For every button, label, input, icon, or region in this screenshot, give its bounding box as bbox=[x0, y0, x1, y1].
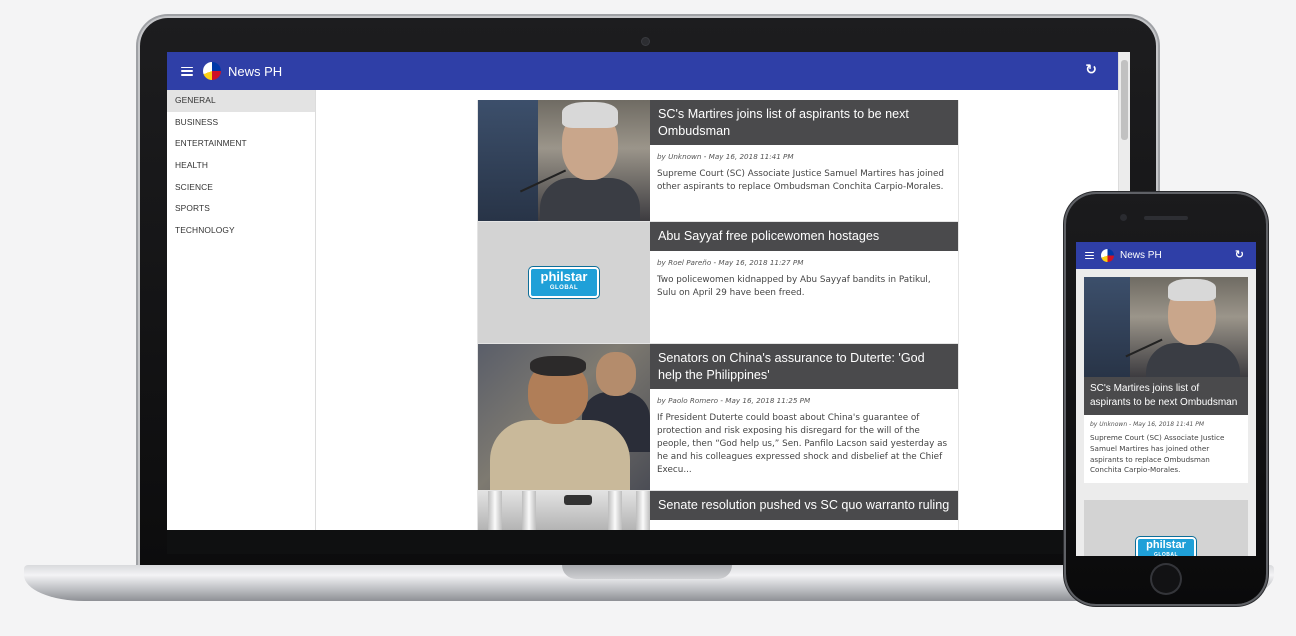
mobile-news-card[interactable]: philstar GLOBAL bbox=[1084, 500, 1248, 556]
news-feed: SC's Martires joins list of aspirants to… bbox=[477, 100, 959, 530]
article-thumbnail[interactable] bbox=[478, 100, 650, 221]
news-card[interactable]: philstar GLOBAL Abu Sayyaf free policewo… bbox=[477, 222, 959, 344]
laptop-camera bbox=[642, 38, 649, 45]
article-thumbnail[interactable] bbox=[478, 344, 650, 490]
mobile-app-bar: News PH ↻ bbox=[1076, 242, 1256, 269]
news-card[interactable]: Senators on China's assurance to Duterte… bbox=[477, 344, 959, 491]
philippine-flag-logo-icon bbox=[203, 62, 221, 80]
article-summary: Two policewomen kidnapped by Abu Sayyaf … bbox=[657, 274, 931, 298]
news-card[interactable]: Senate resolution pushed vs SC quo warra… bbox=[477, 491, 959, 530]
sidebar-item-technology[interactable]: TECHNOLOGY bbox=[167, 220, 315, 242]
philstar-logo-word: philstar bbox=[1146, 539, 1186, 551]
article-summary: If President Duterte could boast about C… bbox=[657, 413, 948, 475]
laptop-screen: News PH ↻ GENERAL BUSINESS ENTERTAINMENT… bbox=[167, 52, 1130, 530]
menu-icon[interactable] bbox=[181, 66, 193, 76]
sidebar-item-general[interactable]: GENERAL bbox=[167, 90, 315, 112]
sidebar-item-sports[interactable]: SPORTS bbox=[167, 198, 315, 220]
sidebar-item-business[interactable]: BUSINESS bbox=[167, 112, 315, 134]
article-meta: by Paolo Romero - May 16, 2018 11:25 PM bbox=[657, 396, 811, 405]
article-title[interactable]: Senate resolution pushed vs SC quo warra… bbox=[650, 491, 958, 520]
app-title: News PH bbox=[1120, 250, 1162, 261]
article-thumbnail[interactable]: philstar GLOBAL bbox=[478, 222, 650, 343]
mobile-news-card[interactable]: SC's Martires joins list of aspirants to… bbox=[1084, 277, 1248, 484]
refresh-icon[interactable]: ↻ bbox=[1085, 63, 1097, 77]
phone-speaker bbox=[1144, 216, 1188, 220]
philippine-flag-logo-icon bbox=[1101, 249, 1114, 262]
laptop-notch bbox=[562, 565, 732, 579]
philstar-logo-word: philstar bbox=[540, 269, 588, 284]
article-meta: by Unknown - May 16, 2018 11:41 PM bbox=[1090, 421, 1205, 428]
phone-camera bbox=[1120, 214, 1127, 221]
article-title[interactable]: Abu Sayyaf free policewomen hostages bbox=[650, 222, 958, 251]
scrollbar-thumb[interactable] bbox=[1121, 60, 1128, 140]
philstar-logo-sub: GLOBAL bbox=[549, 285, 579, 291]
article-meta: by Unknown - May 16, 2018 11:41 PM bbox=[657, 152, 794, 161]
article-title[interactable]: SC's Martires joins list of aspirants to… bbox=[650, 100, 958, 145]
article-title[interactable]: SC's Martires joins list of aspirants to… bbox=[1084, 377, 1248, 415]
app-bar: News PH ↻ bbox=[167, 52, 1119, 90]
article-summary: Supreme Court (SC) Associate Justice Sam… bbox=[1090, 433, 1225, 475]
sidebar-item-entertainment[interactable]: ENTERTAINMENT bbox=[167, 133, 315, 155]
refresh-icon[interactable]: ↻ bbox=[1235, 249, 1244, 260]
phone-home-button bbox=[1152, 565, 1180, 593]
article-thumbnail[interactable] bbox=[478, 491, 650, 530]
menu-icon[interactable] bbox=[1085, 252, 1094, 259]
app-title: News PH bbox=[228, 63, 283, 79]
news-card[interactable]: SC's Martires joins list of aspirants to… bbox=[477, 100, 959, 222]
laptop-bezel bbox=[167, 530, 1130, 554]
article-summary: Supreme Court (SC) Associate Justice Sam… bbox=[657, 169, 944, 192]
article-title[interactable]: Senators on China's assurance to Duterte… bbox=[650, 344, 958, 389]
article-meta: by Roel Pareño - May 16, 2018 11:27 PM bbox=[657, 257, 804, 267]
category-sidebar: GENERAL BUSINESS ENTERTAINMENT HEALTH SC… bbox=[167, 90, 316, 530]
phone-screen: News PH ↻ SC's Martires joins list of as… bbox=[1076, 242, 1256, 556]
philstar-logo: philstar GLOBAL bbox=[1136, 537, 1196, 556]
philstar-logo: philstar GLOBAL bbox=[529, 267, 599, 298]
sidebar-item-science[interactable]: SCIENCE bbox=[167, 177, 315, 199]
philstar-logo-sub: GLOBAL bbox=[1153, 552, 1179, 556]
article-thumbnail[interactable] bbox=[1084, 277, 1248, 377]
sidebar-item-health[interactable]: HEALTH bbox=[167, 155, 315, 177]
